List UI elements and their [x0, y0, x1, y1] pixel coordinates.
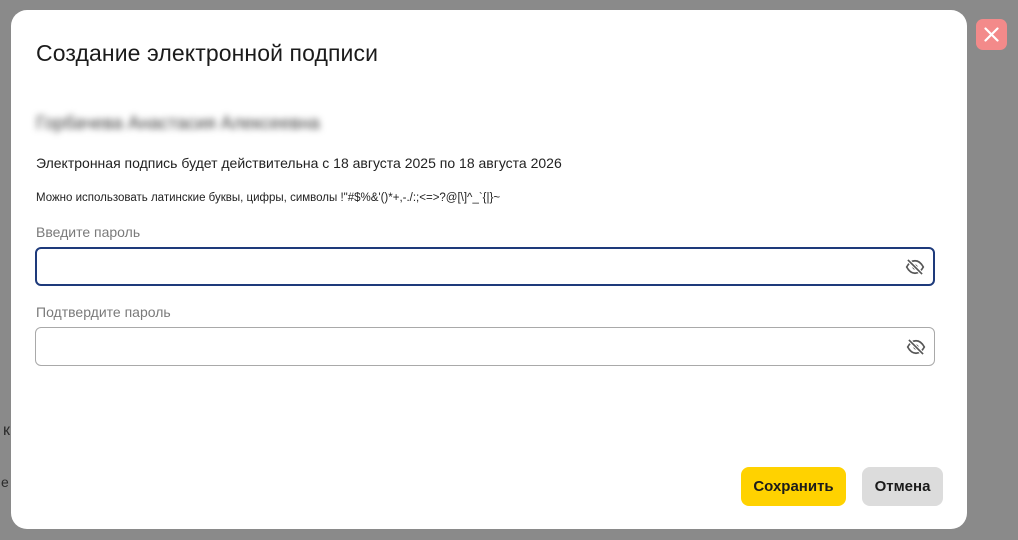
confirm-password-label: Подтвердите пароль: [36, 304, 171, 320]
cancel-button[interactable]: Отмена: [862, 467, 943, 506]
save-button[interactable]: Сохранить: [741, 467, 846, 506]
signature-holder-name: Горбачева Анастасия Алексеевна: [36, 113, 320, 133]
background-text-fragment: к: [3, 422, 10, 439]
password-label: Введите пароль: [36, 224, 141, 240]
eye-off-icon[interactable]: [906, 337, 926, 357]
background-text-fragment: е: [1, 474, 9, 490]
password-rules-hint: Можно использовать латинские буквы, цифр…: [36, 192, 501, 204]
password-field[interactable]: [35, 247, 935, 286]
create-signature-dialog: Создание электронной подписи Горбачева А…: [11, 10, 967, 529]
confirm-password-input[interactable]: [46, 328, 886, 365]
dialog-title: Создание электронной подписи: [36, 40, 379, 66]
password-input[interactable]: [47, 249, 887, 284]
confirm-password-field[interactable]: [35, 327, 935, 366]
eye-off-icon[interactable]: [905, 257, 925, 277]
close-icon: [984, 27, 999, 42]
close-dialog-button[interactable]: [976, 19, 1007, 50]
validity-period-text: Электронная подпись будет действительна …: [36, 155, 562, 171]
